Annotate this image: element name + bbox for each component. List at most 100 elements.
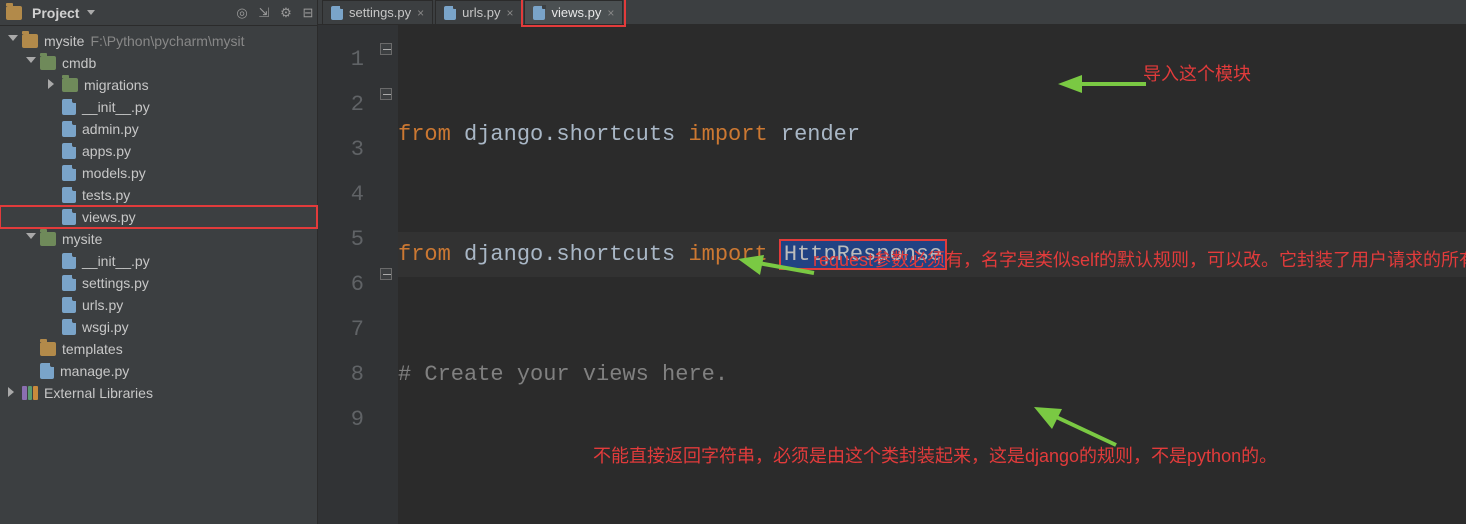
content-row: Project ◎ ⇲ ⚙ ⊟ mysiteF:\Python\pycharm\…: [0, 0, 1466, 524]
project-icon: [6, 6, 22, 20]
tree-item-label: admin.py: [82, 121, 139, 137]
python-file-icon: [62, 275, 76, 291]
arrow-icon: [1034, 405, 1118, 449]
tree-arrow-icon[interactable]: [8, 387, 20, 399]
code-line: from django.shortcuts import render: [398, 112, 1466, 157]
line-number: 9: [318, 397, 364, 442]
line-number: 4: [318, 172, 364, 217]
tree-item-tests-py[interactable]: tests.py: [0, 184, 317, 206]
tree-item-label: views.py: [82, 209, 136, 225]
tree-item-settings-py[interactable]: settings.py: [0, 272, 317, 294]
close-icon[interactable]: ×: [417, 6, 424, 20]
tree-arrow-icon[interactable]: [26, 233, 38, 245]
fold-marker[interactable]: [380, 268, 392, 280]
code-area: 123456789 from django.shortcuts import r…: [318, 25, 1466, 524]
line-number: 5: [318, 217, 364, 262]
tree-item-mysite[interactable]: mysite: [0, 228, 317, 250]
close-icon[interactable]: ×: [506, 6, 513, 20]
python-file-icon: [62, 121, 76, 137]
tab-label: urls.py: [462, 5, 500, 20]
annotation-return: 不能直接返回字符串，必须是由这个类封装起来，这是django的规则，不是pyth…: [593, 443, 1453, 469]
tree-item-label: wsgi.py: [82, 319, 129, 335]
line-number: 3: [318, 127, 364, 172]
line-number: 8: [318, 352, 364, 397]
python-file-icon: [62, 99, 76, 115]
python-file-icon: [62, 143, 76, 159]
python-file-icon: [533, 6, 545, 20]
tree-item-External-Libraries[interactable]: External Libraries: [0, 382, 317, 404]
arrow-icon: [1058, 73, 1148, 95]
tree-item-cmdb[interactable]: cmdb: [0, 52, 317, 74]
python-file-icon: [62, 187, 76, 203]
tree-item-templates[interactable]: templates: [0, 338, 317, 360]
folder-icon: [22, 34, 38, 48]
code-lines[interactable]: from django.shortcuts import render from…: [398, 25, 1466, 524]
editor-area: settings.py × urls.py × views.py × 123456789 …: [318, 0, 1466, 524]
tab-views-py[interactable]: views.py ×: [524, 0, 623, 24]
tree-item-manage-py[interactable]: manage.py: [0, 360, 317, 382]
tree-item-label: mysite: [44, 33, 84, 49]
tree-item-label: migrations: [84, 77, 149, 93]
fold-marker[interactable]: [380, 88, 392, 100]
python-file-icon: [62, 319, 76, 335]
python-file-icon: [40, 363, 54, 379]
python-file-icon: [62, 253, 76, 269]
project-tree[interactable]: mysiteF:\Python\pycharm\mysit cmdb migrati…: [0, 26, 317, 404]
expand-icon[interactable]: ⇲: [255, 4, 273, 22]
gear-icon[interactable]: ⚙: [277, 4, 295, 22]
line-number: 6: [318, 262, 364, 307]
tree-item-admin-py[interactable]: admin.py: [0, 118, 317, 140]
tree-item-label: mysite: [62, 231, 102, 247]
tree-item-label: apps.py: [82, 143, 131, 159]
sidebar-title: Project: [32, 5, 79, 21]
gutter: 123456789: [318, 25, 376, 524]
python-file-icon: [444, 6, 456, 20]
target-icon[interactable]: ◎: [233, 4, 251, 22]
code-line: [398, 472, 1466, 517]
package-icon: [40, 56, 56, 70]
tree-item-label: models.py: [82, 165, 146, 181]
tree-item-wsgi-py[interactable]: wsgi.py: [0, 316, 317, 338]
tree-item-mysite[interactable]: mysiteF:\Python\pycharm\mysit: [0, 30, 317, 52]
editor-tab-bar: settings.py × urls.py × views.py ×: [318, 0, 1466, 25]
tree-item-apps-py[interactable]: apps.py: [0, 140, 317, 162]
tree-item-label: External Libraries: [44, 385, 153, 401]
annotation-import: 导入这个模块: [1143, 61, 1251, 87]
tree-item-label: tests.py: [82, 187, 130, 203]
arrow-icon: [738, 255, 816, 283]
tree-item---init---py[interactable]: __init__.py: [0, 96, 317, 118]
tab-label: views.py: [551, 5, 601, 20]
tab-urls-py[interactable]: urls.py ×: [435, 0, 522, 24]
tree-item-models-py[interactable]: models.py: [0, 162, 317, 184]
library-icon: [22, 386, 38, 400]
ide-root: Project ◎ ⇲ ⚙ ⊟ mysiteF:\Python\pycharm\…: [0, 0, 1466, 524]
tree-arrow-icon[interactable]: [26, 57, 38, 69]
code-line: # Create your views here.: [398, 352, 1466, 397]
fold-bar: [376, 25, 398, 524]
tree-item-label: settings.py: [82, 275, 149, 291]
chevron-down-icon[interactable]: [87, 10, 95, 15]
tab-settings-py[interactable]: settings.py ×: [322, 0, 433, 24]
tree-item-label: cmdb: [62, 55, 96, 71]
collapse-icon[interactable]: ⊟: [299, 4, 317, 22]
python-file-icon: [331, 6, 343, 20]
tree-arrow-icon[interactable]: [48, 79, 60, 91]
python-file-icon: [62, 297, 76, 313]
project-sidebar: Project ◎ ⇲ ⚙ ⊟ mysiteF:\Python\pycharm\…: [0, 0, 318, 524]
sidebar-header: Project ◎ ⇲ ⚙ ⊟: [0, 0, 317, 26]
python-file-icon: [62, 165, 76, 181]
tree-item-label: urls.py: [82, 297, 123, 313]
package-icon: [40, 232, 56, 246]
tree-arrow-icon[interactable]: [8, 35, 20, 47]
tab-label: settings.py: [349, 5, 411, 20]
tree-item-urls-py[interactable]: urls.py: [0, 294, 317, 316]
folder-icon: [40, 342, 56, 356]
fold-marker[interactable]: [380, 43, 392, 55]
package-icon: [62, 78, 78, 92]
annotation-request: request参数必须有，名字是类似self的默认规则，可以改。它封装了用户请求…: [813, 247, 1453, 273]
tree-item-migrations[interactable]: migrations: [0, 74, 317, 96]
tree-item---init---py[interactable]: __init__.py: [0, 250, 317, 272]
tree-item-views-py[interactable]: views.py: [0, 206, 317, 228]
tree-item-label: manage.py: [60, 363, 129, 379]
close-icon[interactable]: ×: [607, 6, 614, 20]
